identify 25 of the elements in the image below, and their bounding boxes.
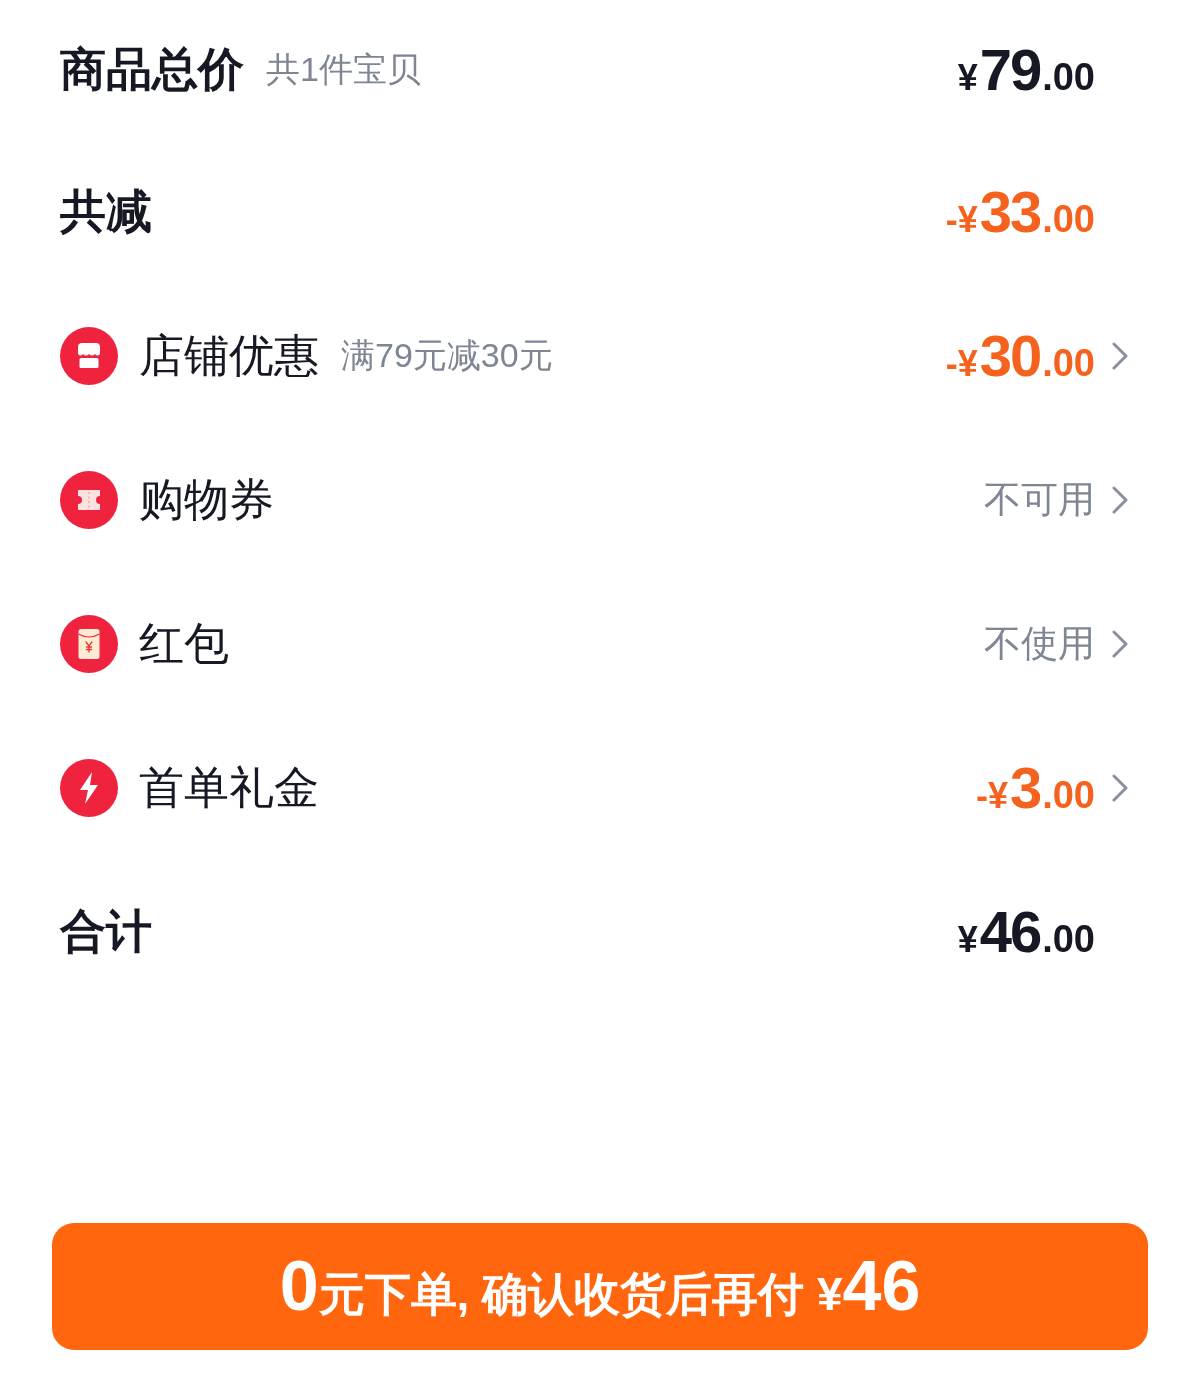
price-text: ¥79.00 <box>957 41 1095 99</box>
discount-label: 红包 <box>139 617 229 671</box>
pay-button[interactable]: 0元下单, 确认收货后再付 ¥46 <box>52 1223 1148 1350</box>
discount-amount[interactable]: -¥30.00 <box>945 327 1095 385</box>
status-text[interactable]: 不可用 <box>984 475 1095 525</box>
discount-amount: -¥33.00 <box>945 183 1095 241</box>
chevron-icon[interactable] <box>1112 630 1128 658</box>
lightning-icon <box>60 759 118 817</box>
discount-label: 首单礼金 <box>139 761 319 815</box>
chevron-icon[interactable] <box>1112 342 1128 370</box>
summary-label: 共减 <box>60 184 152 239</box>
discount-label: 购物券 <box>139 473 274 527</box>
discount-label: 店铺优惠 <box>139 329 319 383</box>
promotion-rule-text: 满79元减30元 <box>341 335 553 376</box>
chevron-icon[interactable] <box>1112 486 1128 514</box>
summary-label: 商品总价 <box>60 42 244 97</box>
price-text: ¥46.00 <box>957 903 1095 961</box>
ticket-icon <box>60 471 118 529</box>
storefront-icon <box>60 327 118 385</box>
status-text[interactable]: 不使用 <box>984 619 1095 669</box>
envelope-icon <box>60 615 118 673</box>
item-count-text: 共1件宝贝 <box>266 49 421 90</box>
chevron-icon[interactable] <box>1112 774 1128 802</box>
discount-amount[interactable]: -¥3.00 <box>975 759 1095 817</box>
summary-label: 合计 <box>60 904 152 959</box>
